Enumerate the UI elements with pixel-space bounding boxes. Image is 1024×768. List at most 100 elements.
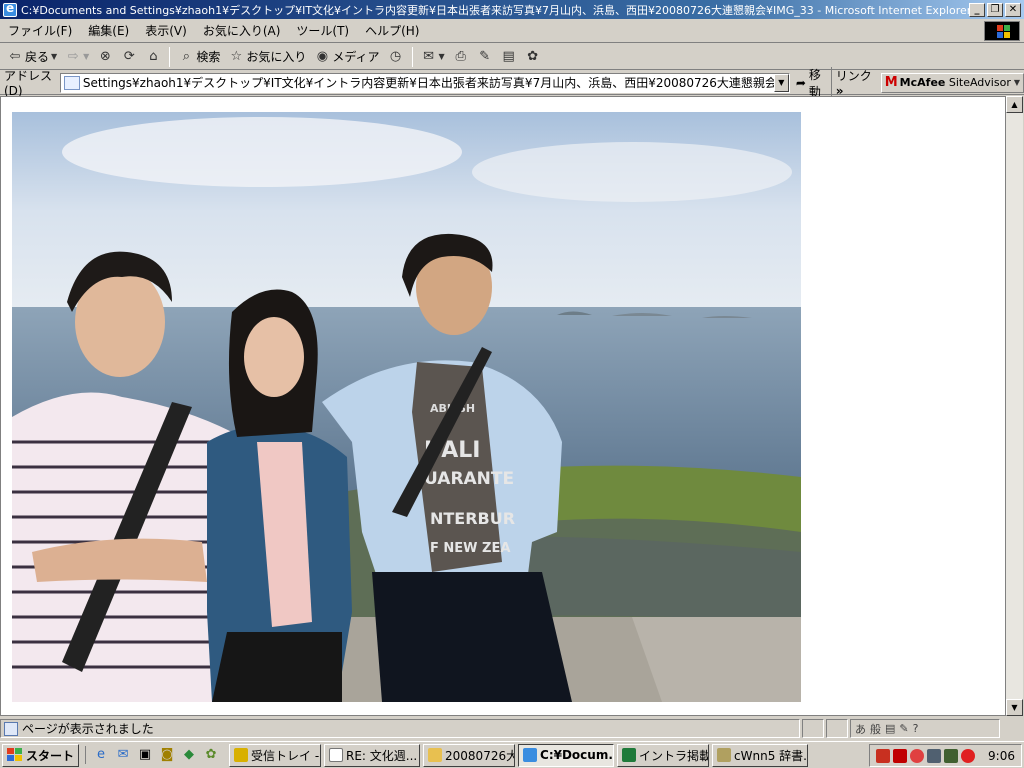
system-tray: 9:06 — [869, 744, 1022, 767]
messenger-button[interactable]: ✿ — [522, 46, 544, 68]
ie-app-icon[interactable] — [3, 1, 17, 17]
menu-edit[interactable]: 編集(E) — [80, 22, 137, 39]
ime-dictionary-icon[interactable]: ▤ — [885, 722, 895, 735]
media-icon: ◉ — [316, 48, 329, 64]
desktop-quicklaunch-icon[interactable]: ▣ — [136, 746, 154, 764]
mcafee-siteadvisor-button[interactable]: M McAfee SiteAdvisor ▼ — [880, 72, 1024, 93]
taskbar: スタート e ✉ ▣ ◙ ◆ ✿ 受信トレイ - ... RE: 文化週... … — [0, 741, 1024, 768]
links-toolbar[interactable]: リンク » — [830, 67, 877, 98]
page-icon — [63, 75, 80, 90]
go-button[interactable]: ➦ 移動 — [790, 66, 831, 100]
chevron-down-icon[interactable]: ▼ — [439, 52, 445, 61]
status-text: ページが表示されました — [22, 722, 154, 736]
scroll-up-icon[interactable]: ▲ — [1006, 96, 1023, 113]
svg-text:UARANTE: UARANTE — [424, 469, 514, 489]
back-label: 戻る — [25, 50, 50, 64]
status-security-cell — [826, 719, 848, 738]
favorites-label: お気に入り — [246, 50, 307, 64]
back-icon: ⇦ — [9, 48, 21, 64]
history-icon: ◷ — [389, 48, 402, 64]
mcafee-tray-icon[interactable] — [893, 748, 908, 763]
address-input[interactable]: Settings¥zhaoh1¥デスクトップ¥IT文化¥イントラ内容更新¥日本出… — [59, 72, 790, 93]
outlook-quicklaunch-icon[interactable]: ✉ — [114, 746, 132, 764]
alert-tray-icon[interactable] — [961, 748, 976, 763]
address-label: アドレス(D) — [4, 69, 53, 98]
ime-pad-icon[interactable]: ✎ — [899, 722, 908, 735]
photo-image: ABLISH UALI UARANTE NTERBUR F NEW ZEA — [12, 112, 801, 702]
status-bar: ページが表示されました あ 般 ▤ ✎ ? — [0, 717, 1024, 740]
menu-tools[interactable]: ツール(T) — [288, 22, 357, 39]
mail-button[interactable]: ✉ ▼ — [418, 46, 448, 68]
ime-icon[interactable]: あ — [855, 721, 866, 737]
app2-quicklaunch-icon[interactable]: ◆ — [180, 746, 198, 764]
chevron-down-icon[interactable]: ▼ — [1014, 78, 1020, 87]
page-content: ABLISH UALI UARANTE NTERBUR F NEW ZEA — [0, 96, 1006, 716]
menu-view[interactable]: 表示(V) — [137, 22, 195, 39]
task-ie-active[interactable]: C:¥Docum... — [518, 743, 615, 767]
windows-logo-icon — [984, 21, 1020, 41]
title-bar[interactable]: C:¥Documents and Settings¥zhaoh1¥デスクトップ¥… — [0, 0, 1024, 19]
print-button[interactable]: ⎙ — [450, 46, 472, 68]
toolbar-separator — [411, 46, 413, 67]
app-quicklaunch-icon[interactable]: ◙ — [158, 746, 176, 764]
chevron-down-icon[interactable]: ▼ — [83, 52, 89, 61]
edit-button[interactable]: ✎ — [474, 46, 496, 68]
discuss-icon: ▤ — [502, 48, 515, 64]
status-ime-toolbar[interactable]: あ 般 ▤ ✎ ? — [850, 719, 1000, 738]
restore-button[interactable]: ❐ — [987, 2, 1003, 17]
mail-task-icon — [329, 748, 344, 762]
vertical-scrollbar[interactable]: ▲ ▼ — [1006, 96, 1023, 716]
close-button[interactable]: ✕ — [1005, 2, 1021, 17]
network-tray-icon[interactable] — [876, 748, 891, 763]
address-value[interactable]: Settings¥zhaoh1¥デスクトップ¥IT文化¥イントラ内容更新¥日本出… — [83, 74, 774, 91]
display-tray-icon[interactable] — [927, 748, 942, 763]
window-title: C:¥Documents and Settings¥zhaoh1¥デスクトップ¥… — [21, 3, 969, 17]
ie-quicklaunch-icon[interactable]: e — [92, 746, 110, 764]
app3-quicklaunch-icon[interactable]: ✿ — [202, 746, 220, 764]
task-excel[interactable]: イントラ掲載... — [617, 743, 710, 767]
security-tray-icon[interactable] — [910, 748, 925, 763]
back-button[interactable]: ⇦ 戻る ▼ — [4, 46, 60, 68]
ime-help-icon[interactable]: ? — [913, 722, 919, 735]
address-dropdown-icon[interactable]: ▼ — [773, 73, 789, 92]
chevron-down-icon[interactable]: ▼ — [51, 52, 57, 61]
edit-icon: ✎ — [479, 48, 491, 64]
task-cwnn[interactable]: cWnn5 辞書... — [712, 743, 809, 767]
mcafee-product: SiteAdvisor — [948, 76, 1011, 89]
home-button[interactable]: ⌂ — [142, 46, 164, 68]
favorites-button[interactable]: ☆ お気に入り — [225, 46, 309, 68]
forward-icon: ⇨ — [67, 48, 79, 64]
status-main-panel: ページが表示されました — [0, 719, 800, 738]
menu-file[interactable]: ファイル(F) — [0, 22, 80, 39]
mail-icon: ✉ — [423, 48, 434, 64]
start-button[interactable]: スタート — [2, 743, 80, 767]
scroll-down-icon[interactable]: ▼ — [1006, 699, 1023, 716]
ime-mode-icon[interactable]: 般 — [870, 721, 881, 737]
svg-text:F NEW ZEA: F NEW ZEA — [430, 541, 510, 556]
task-label: C:¥Docum... — [540, 748, 615, 762]
search-button[interactable]: ⌕ 検索 — [175, 46, 223, 68]
media-button[interactable]: ◉ メディア — [311, 46, 382, 68]
history-button[interactable]: ◷ — [385, 46, 407, 68]
stop-icon: ⊗ — [99, 48, 111, 64]
windows-flag-icon — [7, 748, 23, 762]
task-label: イントラ掲載... — [639, 748, 710, 763]
menu-bar: ファイル(F) 編集(E) 表示(V) お気に入り(A) ツール(T) ヘルプ(… — [0, 19, 1024, 43]
clock[interactable]: 9:06 — [988, 749, 1015, 763]
menu-favorites[interactable]: お気に入り(A) — [195, 22, 289, 39]
home-icon: ⌂ — [149, 48, 158, 64]
discuss-button[interactable]: ▤ — [498, 46, 520, 68]
refresh-icon: ⟳ — [123, 48, 135, 64]
refresh-button[interactable]: ⟳ — [118, 46, 140, 68]
mcafee-brand: McAfee — [899, 76, 946, 89]
stop-button[interactable]: ⊗ — [94, 46, 116, 68]
task-inbox[interactable]: 受信トレイ - ... — [229, 743, 322, 767]
menu-help[interactable]: ヘルプ(H) — [357, 22, 427, 39]
forward-button[interactable]: ⇨ ▼ — [62, 46, 92, 68]
minimize-button[interactable]: _ — [969, 2, 985, 17]
start-label: スタート — [26, 748, 75, 763]
task-mail-re[interactable]: RE: 文化週... — [324, 743, 421, 767]
task-folder[interactable]: 20080726大... — [423, 743, 516, 767]
task-label: 受信トレイ - ... — [251, 748, 320, 763]
pen-tray-icon[interactable] — [944, 748, 959, 763]
